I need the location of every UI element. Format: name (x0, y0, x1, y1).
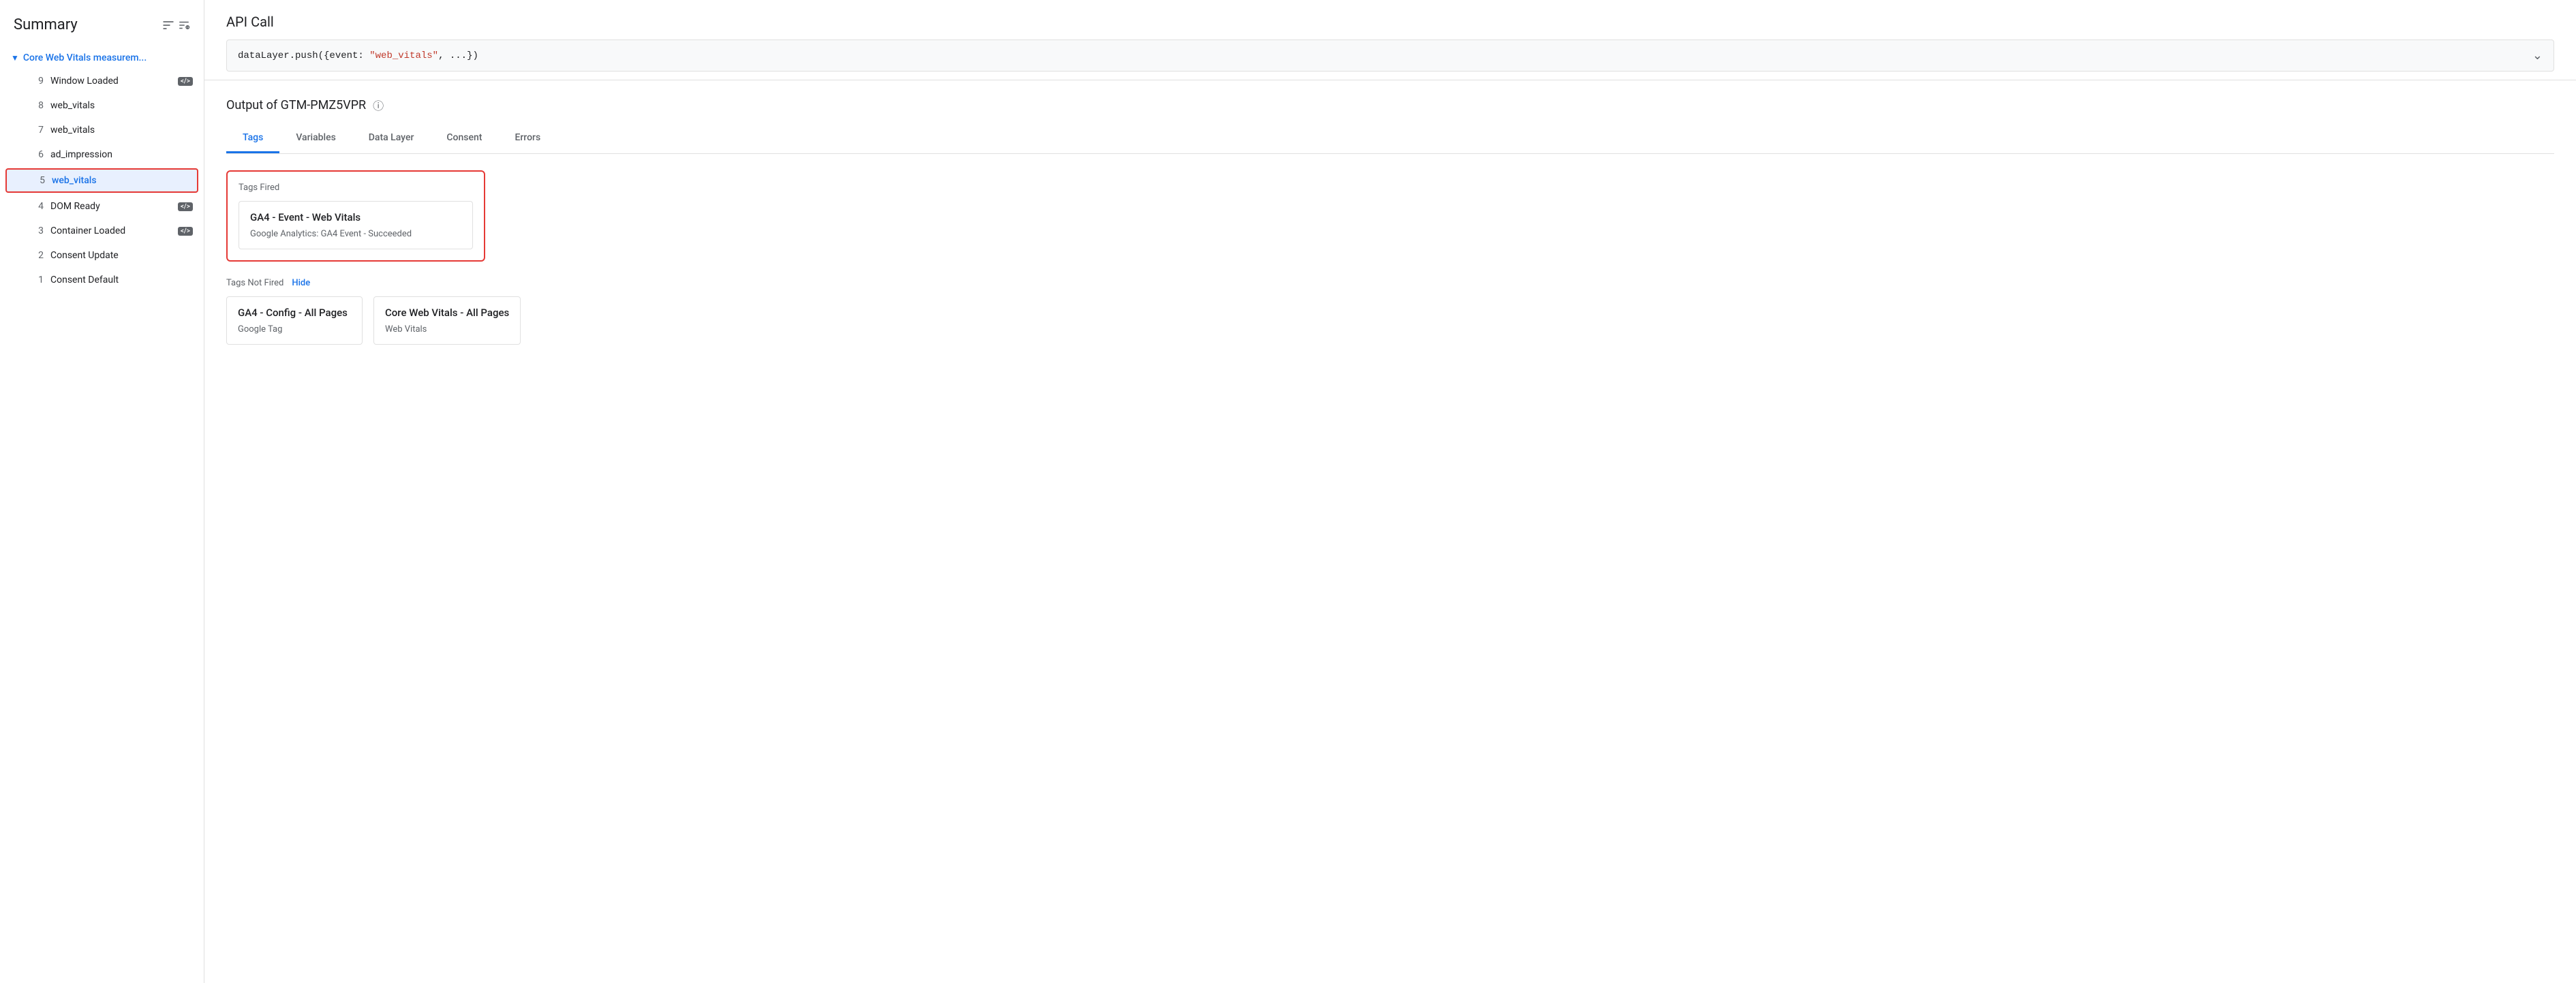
sidebar-item-6[interactable]: 6 ad_impression (0, 142, 204, 167)
output-title: Output of GTM-PMZ5VPR (226, 98, 366, 112)
not-fired-card-title-2: Core Web Vitals - All Pages (385, 307, 509, 319)
item-label-9: Window Loaded (50, 76, 171, 87)
item-number-4: 4 (30, 201, 44, 212)
item-label-1: Consent Default (50, 275, 193, 285)
sidebar-header: Summary (0, 11, 204, 44)
info-icon[interactable]: ⓘ (373, 97, 384, 113)
code-string: "web_vitals" (369, 50, 438, 61)
hide-link[interactable]: Hide (292, 278, 310, 288)
code-prefix: dataLayer.push({event: (238, 50, 369, 61)
tab-errors[interactable]: Errors (498, 124, 557, 153)
not-fired-cards: GA4 - Config - All Pages Google Tag Core… (226, 296, 2554, 345)
item-number-9: 9 (30, 76, 44, 87)
output-header: Output of GTM-PMZ5VPR ⓘ (226, 97, 2554, 113)
item-label-2: Consent Update (50, 250, 193, 261)
code-text: dataLayer.push({event: "web_vitals", ...… (238, 50, 478, 61)
item-badge-4: </> (178, 202, 193, 211)
tabs-bar: Tags Variables Data Layer Consent Errors (226, 124, 2554, 154)
tab-data-layer[interactable]: Data Layer (352, 124, 431, 153)
sidebar: Summary ▼ Core Web Vitals measurem... 9 … (0, 0, 204, 983)
sidebar-item-1[interactable]: 1 Consent Default (0, 268, 204, 292)
tag-card-title: GA4 - Event - Web Vitals (250, 211, 461, 223)
tags-fired-card[interactable]: GA4 - Event - Web Vitals Google Analytic… (239, 201, 473, 249)
tags-content: Tags Fired GA4 - Event - Web Vitals Goog… (226, 170, 2554, 345)
item-label-6: ad_impression (50, 149, 193, 160)
item-number-7: 7 (30, 125, 44, 136)
not-fired-card-subtitle-2: Web Vitals (385, 324, 509, 334)
code-row: dataLayer.push({event: "web_vitals", ...… (226, 40, 2554, 72)
code-suffix: , ...}) (438, 50, 478, 61)
sidebar-group-label: Core Web Vitals measurem... (23, 52, 147, 63)
tag-card-subtitle: Google Analytics: GA4 Event - Succeeded (250, 229, 461, 239)
item-label-3: Container Loaded (50, 225, 171, 236)
item-number-2: 2 (30, 250, 44, 261)
main-content: API Call dataLayer.push({event: "web_vit… (204, 0, 2576, 983)
sidebar-item-9[interactable]: 9 Window Loaded </> (0, 69, 204, 93)
not-fired-label: Tags Not Fired (226, 278, 283, 288)
sidebar-item-2[interactable]: 2 Consent Update (0, 243, 204, 268)
item-label-4: DOM Ready (50, 201, 171, 212)
item-label-5: web_vitals (52, 175, 191, 186)
item-label-7: web_vitals (50, 125, 193, 136)
item-number-1: 1 (30, 275, 44, 285)
sidebar-item-3[interactable]: 3 Container Loaded </> (0, 219, 204, 243)
output-section: Output of GTM-PMZ5VPR ⓘ Tags Variables D… (204, 80, 2576, 361)
sidebar-title: Summary (14, 16, 78, 33)
sidebar-item-8[interactable]: 8 web_vitals (0, 93, 204, 118)
sidebar-item-7[interactable]: 7 web_vitals (0, 118, 204, 142)
tab-tags[interactable]: Tags (226, 124, 279, 153)
item-number-3: 3 (30, 225, 44, 236)
api-call-title: API Call (226, 14, 2554, 30)
sidebar-item-4[interactable]: 4 DOM Ready </> (0, 194, 204, 219)
tab-variables[interactable]: Variables (279, 124, 352, 153)
item-badge-3: </> (178, 227, 193, 236)
item-label-8: web_vitals (50, 100, 193, 111)
not-fired-card-2[interactable]: Core Web Vitals - All Pages Web Vitals (373, 296, 521, 345)
not-fired-card-1[interactable]: GA4 - Config - All Pages Google Tag (226, 296, 363, 345)
api-call-header: API Call dataLayer.push({event: "web_vit… (204, 0, 2576, 80)
sidebar-item-5[interactable]: 5 web_vitals (5, 168, 198, 193)
not-fired-card-title-1: GA4 - Config - All Pages (238, 307, 351, 319)
sidebar-section: ▼ Core Web Vitals measurem... 9 Window L… (0, 44, 204, 295)
tags-fired-box: Tags Fired GA4 - Event - Web Vitals Goog… (226, 170, 485, 262)
filter-list-icon[interactable] (162, 18, 190, 32)
sidebar-group-header[interactable]: ▼ Core Web Vitals measurem... (0, 47, 204, 69)
chevron-down-icon: ▼ (11, 53, 19, 63)
tags-not-fired-row: Tags Not Fired Hide (226, 278, 2554, 288)
not-fired-card-subtitle-1: Google Tag (238, 324, 351, 334)
item-number-8: 8 (30, 100, 44, 111)
item-number-5: 5 (31, 175, 45, 186)
item-badge-9: </> (178, 77, 193, 86)
tab-consent[interactable]: Consent (430, 124, 498, 153)
item-number-6: 6 (30, 149, 44, 160)
chevron-down-icon[interactable]: ⌄ (2532, 48, 2543, 63)
tags-fired-label: Tags Fired (239, 183, 473, 193)
tags-not-fired-section: Tags Not Fired Hide GA4 - Config - All P… (226, 275, 2554, 345)
